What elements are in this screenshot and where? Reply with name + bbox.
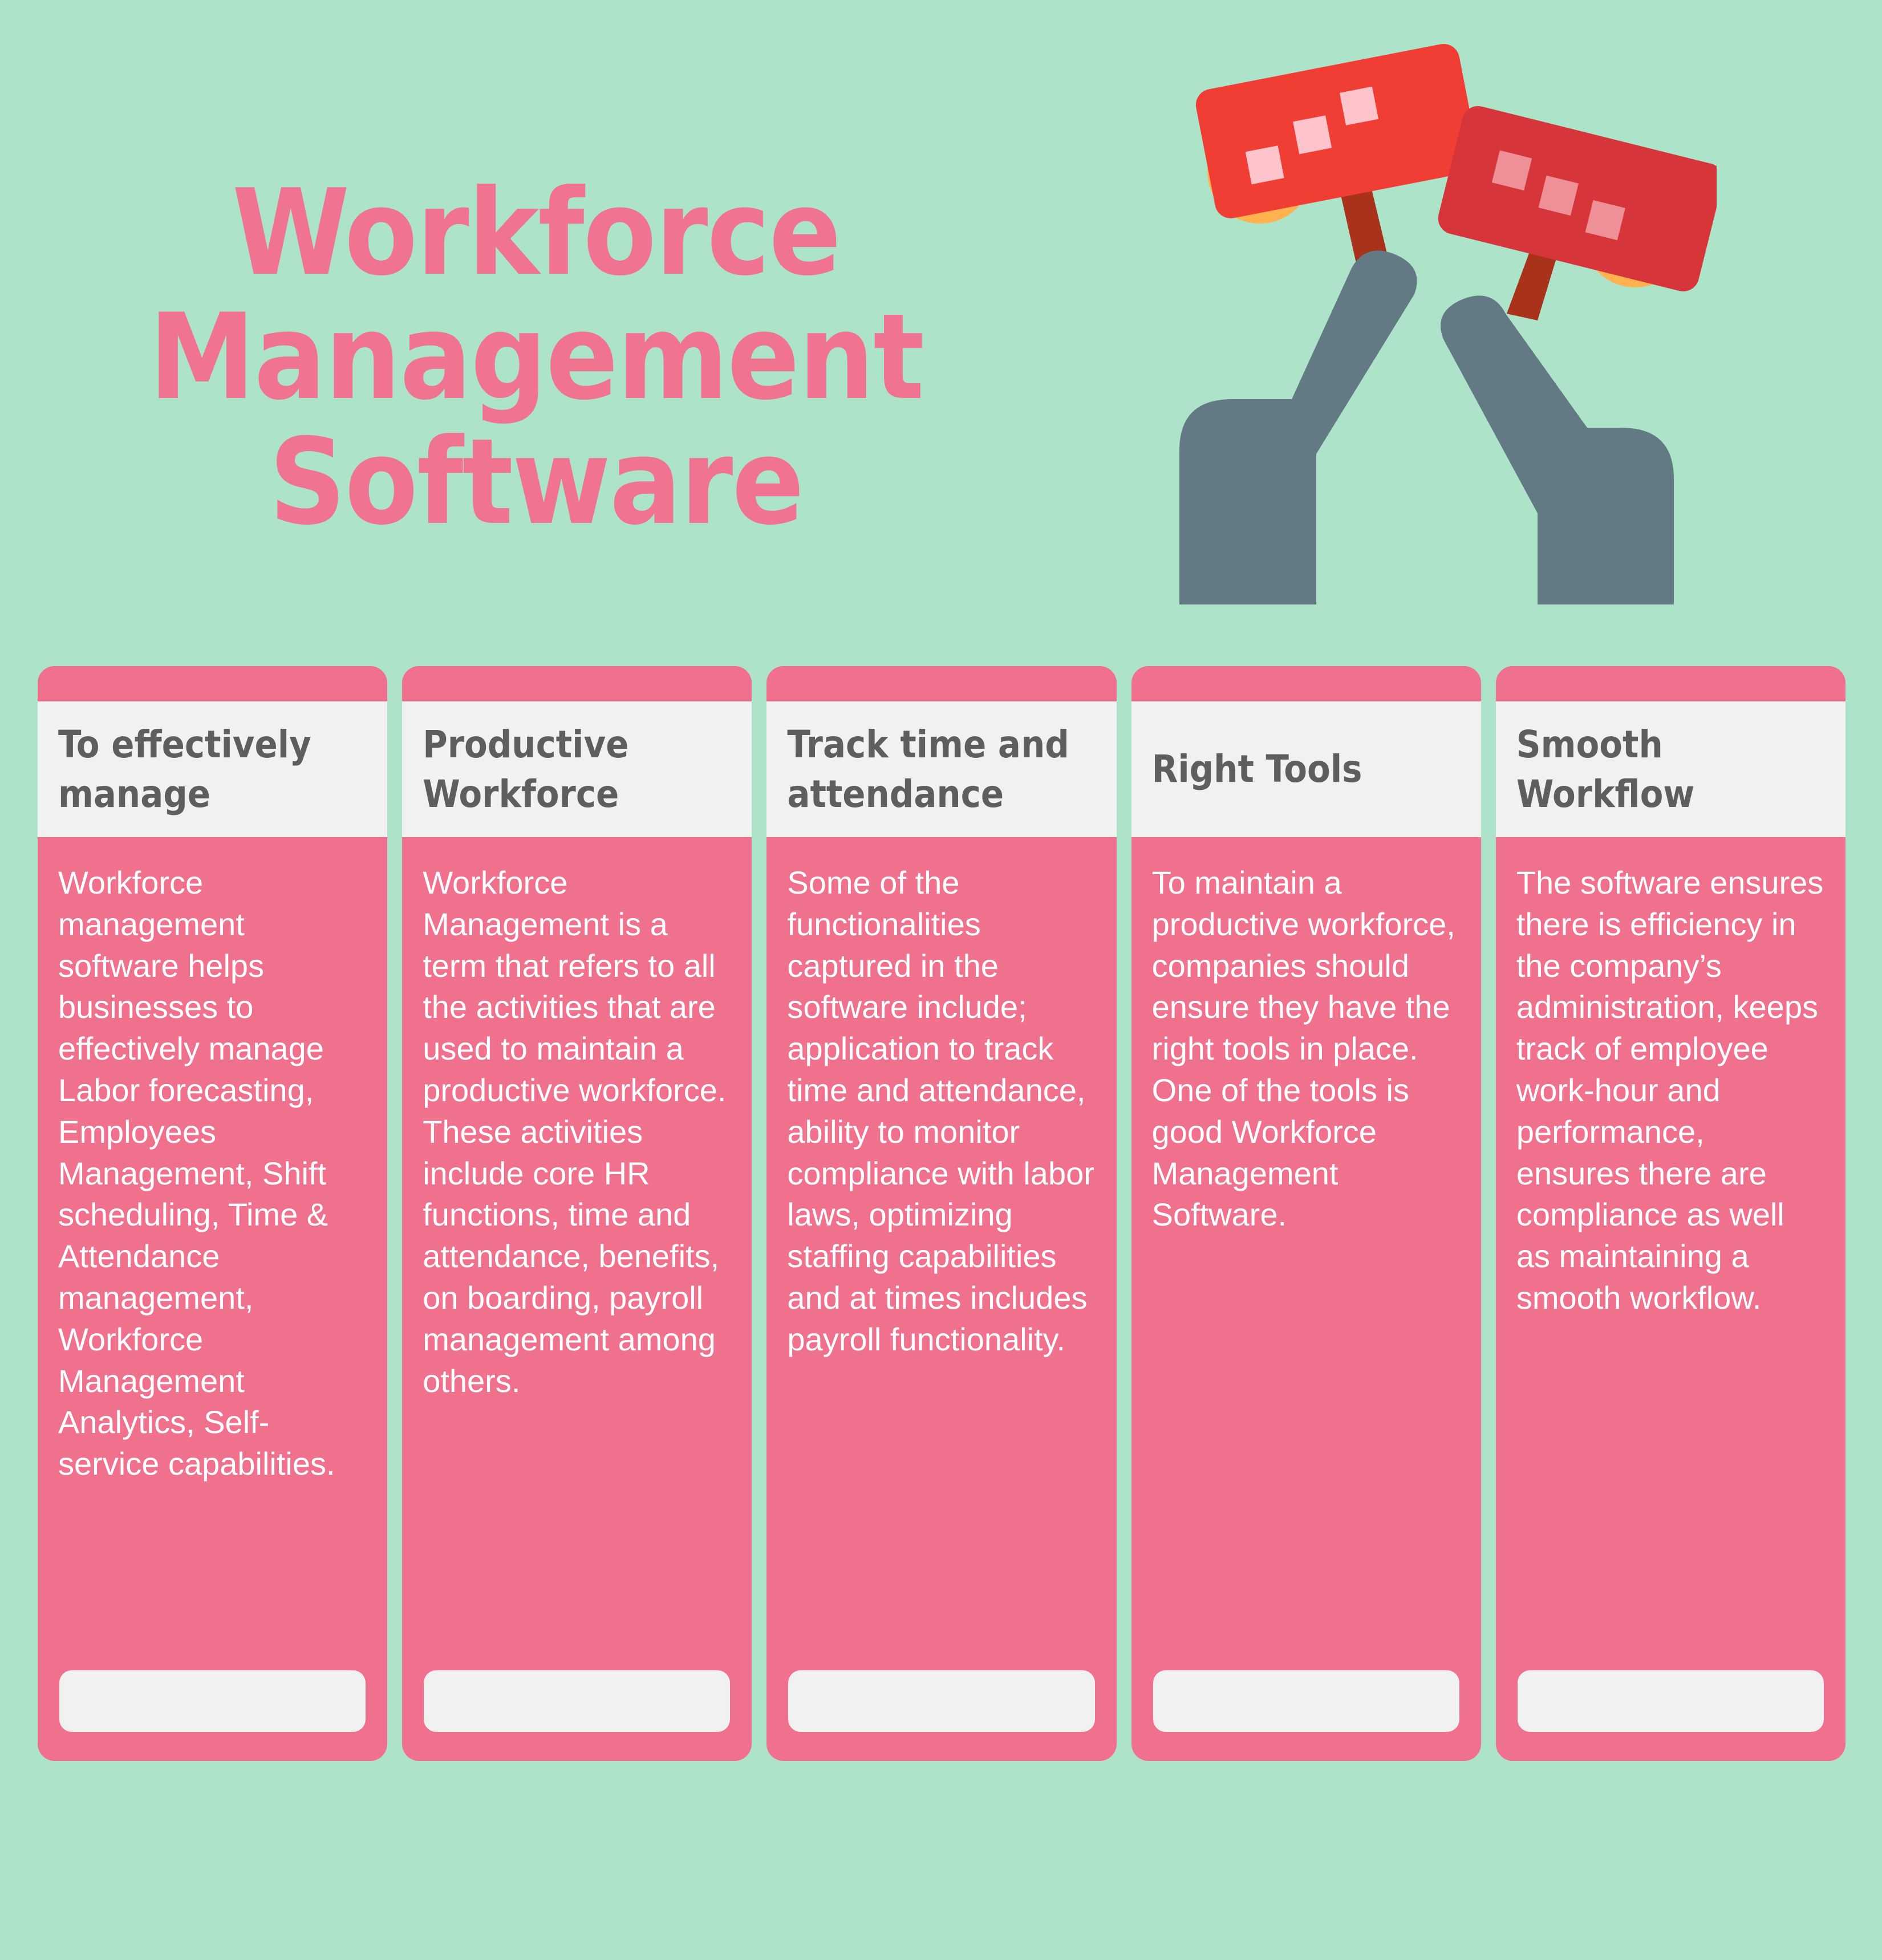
card-body-text: The software ensures there is efficiency… <box>1516 865 1824 1316</box>
left-protest-sign-icon <box>1195 44 1479 218</box>
card-footer <box>38 1641 387 1761</box>
card-header: Track time and attendance <box>766 701 1117 837</box>
card-header: Productive Workforce <box>402 701 752 837</box>
card-footer <box>1131 1641 1481 1761</box>
page-title: Workforce Management Software <box>149 164 924 551</box>
card-footer-bar[interactable] <box>788 1670 1095 1732</box>
card-body-text: Workforce management software helps busi… <box>58 865 335 1482</box>
protest-signs-illustration <box>1135 29 1717 604</box>
card-footer <box>1496 1641 1846 1761</box>
card-header: Smooth Workflow <box>1495 701 1846 837</box>
card-footer-bar[interactable] <box>424 1670 731 1732</box>
feature-card-4[interactable]: Right Tools To maintain a productive wor… <box>1131 666 1481 1761</box>
card-title: Productive Workforce <box>423 722 629 816</box>
card-body-text: Some of the functionalities captured in … <box>787 865 1094 1357</box>
card-footer-bar[interactable] <box>59 1670 366 1732</box>
card-footer <box>402 1641 752 1761</box>
card-footer-bar[interactable] <box>1153 1670 1459 1732</box>
left-person-body-icon <box>1179 250 1417 604</box>
card-top-trim <box>766 666 1117 701</box>
card-top-trim <box>1131 666 1481 701</box>
card-top-trim <box>402 666 752 701</box>
feature-card-3[interactable]: Track time and attendance Some of the fu… <box>766 666 1117 1761</box>
hero-section: Workforce Management Software <box>0 0 1084 627</box>
feature-card-5[interactable]: Smooth Workflow The software ensures the… <box>1495 666 1846 1761</box>
card-top-trim <box>1495 666 1846 701</box>
feature-card-1[interactable]: To effectively manage Workforce manageme… <box>38 666 388 1761</box>
card-title: Track time and attendance <box>787 722 1069 816</box>
card-header: Right Tools <box>1131 701 1481 837</box>
card-header: To effectively manage <box>38 701 388 837</box>
card-top-trim <box>38 666 388 701</box>
right-protest-sign-icon <box>1438 105 1717 291</box>
card-title: Smooth Workflow <box>1516 722 1695 816</box>
card-title: To effectively manage <box>58 722 311 816</box>
card-footer <box>766 1641 1116 1761</box>
right-person-body-icon <box>1440 295 1674 604</box>
feature-card-2[interactable]: Productive Workforce Workforce Managemen… <box>402 666 752 1761</box>
card-footer-bar[interactable] <box>1517 1670 1824 1732</box>
feature-cards-row: To effectively manage Workforce manageme… <box>38 666 1846 1761</box>
card-body-text: To maintain a productive workforce, comp… <box>1151 865 1455 1233</box>
card-title: Right Tools <box>1151 747 1362 792</box>
card-body-text: Workforce Management is a term that refe… <box>423 865 727 1399</box>
